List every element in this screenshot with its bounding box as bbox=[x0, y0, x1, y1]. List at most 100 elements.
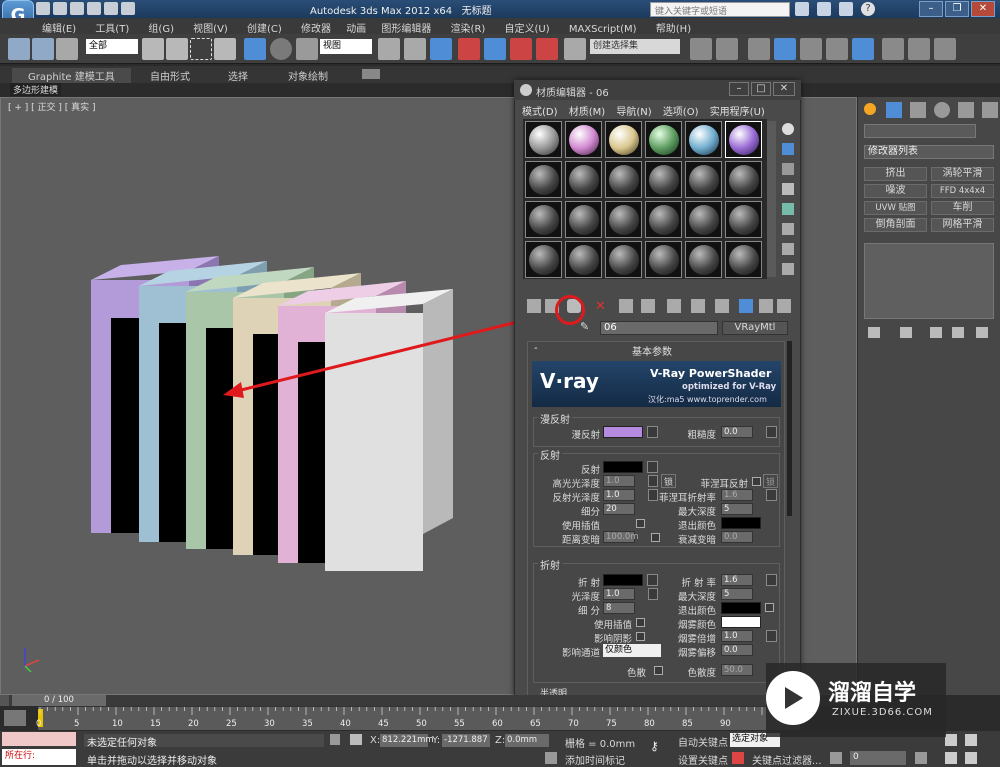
edit-named-sel-icon[interactable] bbox=[564, 38, 586, 60]
go-to-start-icon[interactable] bbox=[830, 752, 842, 764]
move-icon[interactable] bbox=[244, 38, 266, 60]
make-unique-icon[interactable] bbox=[641, 299, 655, 313]
x-coord-field[interactable]: 812.221mm bbox=[380, 734, 434, 747]
dim-distance-checkbox[interactable] bbox=[651, 533, 660, 542]
refr-subdivs-spinner[interactable]: 8 bbox=[603, 602, 635, 614]
wrench-icon[interactable] bbox=[817, 2, 831, 16]
dim-distance-spinner[interactable]: 100.0m bbox=[603, 531, 639, 543]
sample-slot[interactable] bbox=[605, 201, 642, 238]
ribbon-options-icon[interactable] bbox=[362, 69, 380, 79]
refract-color-swatch[interactable] bbox=[603, 574, 643, 586]
me-minimize-button[interactable]: – bbox=[729, 82, 749, 96]
sample-slot[interactable] bbox=[525, 201, 562, 238]
refr-exit-color-checkbox[interactable] bbox=[765, 603, 774, 612]
rollout-title[interactable]: 基本参数 bbox=[632, 343, 672, 358]
make-unique-icon[interactable] bbox=[930, 327, 942, 338]
minimize-button[interactable]: – bbox=[919, 1, 943, 17]
refr-max-depth-spinner[interactable]: 5 bbox=[721, 588, 753, 600]
align-icon[interactable] bbox=[716, 38, 738, 60]
affect-channels-dropdown[interactable]: 仅颜色 bbox=[603, 644, 661, 657]
refr-gloss-map-button[interactable] bbox=[648, 588, 658, 600]
curve-editor-icon[interactable] bbox=[800, 38, 822, 60]
configure-sets-icon[interactable] bbox=[976, 327, 988, 338]
rollout-scrollbar[interactable] bbox=[787, 341, 792, 516]
roughness-spinner[interactable]: 0.0 bbox=[721, 426, 753, 438]
reset-map-icon[interactable]: ✕ bbox=[595, 299, 606, 314]
render-teapot-icon[interactable] bbox=[934, 38, 956, 60]
affect-shadows-checkbox[interactable] bbox=[636, 632, 645, 641]
undo-icon[interactable] bbox=[87, 2, 101, 15]
me-menu-material[interactable]: 材质(M) bbox=[569, 103, 605, 118]
modifier-stack[interactable] bbox=[864, 243, 994, 319]
ribbon-tab-graphite[interactable]: Graphite 建模工具 bbox=[12, 68, 131, 83]
extrude-button[interactable]: 挤出 bbox=[864, 167, 927, 181]
ior-spinner[interactable]: 1.6 bbox=[721, 574, 753, 586]
star-icon[interactable] bbox=[839, 2, 853, 16]
time-prev-icon[interactable] bbox=[0, 695, 9, 706]
z-coord-field[interactable]: 0.0mm bbox=[505, 734, 549, 747]
sample-slot[interactable] bbox=[685, 201, 722, 238]
show-end-result-icon[interactable] bbox=[739, 299, 753, 313]
sample-slot[interactable] bbox=[725, 201, 762, 238]
diffuse-map-button[interactable] bbox=[647, 426, 658, 438]
remove-modifier-icon[interactable] bbox=[952, 327, 964, 338]
background-icon[interactable] bbox=[782, 163, 794, 175]
roughness-map-button[interactable] bbox=[766, 426, 777, 438]
video-color-check-icon[interactable] bbox=[782, 203, 794, 215]
put-to-library-icon[interactable] bbox=[667, 299, 681, 313]
reflect-map-button[interactable] bbox=[647, 461, 658, 473]
select-object-icon[interactable] bbox=[142, 38, 164, 60]
refl-gloss-spinner[interactable]: 1.0 bbox=[603, 489, 635, 501]
refl-max-depth-spinner[interactable]: 5 bbox=[721, 503, 753, 515]
rollout-collapse-icon[interactable]: - bbox=[534, 343, 544, 354]
me-close-button[interactable]: ✕ bbox=[773, 82, 795, 96]
select-by-name-icon[interactable] bbox=[166, 38, 188, 60]
show-end-result-icon[interactable] bbox=[900, 327, 912, 338]
fog-bias-spinner[interactable]: 0.0 bbox=[721, 644, 753, 656]
keyboard-shortcut-icon[interactable] bbox=[430, 38, 452, 60]
modify-tab-icon[interactable] bbox=[886, 102, 902, 118]
uv-tiling-icon[interactable] bbox=[782, 183, 794, 195]
refl-subdivs-spinner[interactable]: 20 bbox=[603, 503, 635, 515]
copy-material-icon[interactable] bbox=[619, 299, 633, 313]
fog-mult-map-button[interactable] bbox=[766, 630, 777, 642]
sample-slot-active[interactable] bbox=[725, 121, 762, 158]
motion-tab-icon[interactable] bbox=[934, 102, 950, 118]
refl-use-interp-checkbox[interactable] bbox=[636, 519, 645, 528]
select-by-material-icon[interactable] bbox=[782, 263, 794, 275]
sample-slot[interactable] bbox=[685, 161, 722, 198]
modifier-list-dropdown[interactable]: 修改器列表 bbox=[864, 145, 994, 159]
rotate-icon[interactable] bbox=[270, 38, 292, 60]
get-material-icon[interactable] bbox=[527, 299, 541, 313]
snap-toggle-icon[interactable] bbox=[458, 38, 480, 60]
render-setup-icon[interactable] bbox=[882, 38, 904, 60]
track-bar[interactable]: 0 5 10 15 20 25 30 35 40 45 50 55 60 65 70 75 80 85 90 bbox=[36, 706, 800, 730]
material-name-field[interactable]: 06 bbox=[600, 321, 718, 335]
hierarchy-tab-icon[interactable] bbox=[910, 102, 926, 118]
sample-slot[interactable] bbox=[525, 241, 562, 278]
transform-mode-icon[interactable] bbox=[350, 734, 362, 745]
me-menu-navigation[interactable]: 导航(N) bbox=[616, 103, 651, 118]
selection-filter-dropdown[interactable]: 全部 bbox=[86, 39, 138, 54]
angle-snap-icon[interactable] bbox=[484, 38, 506, 60]
fog-mult-spinner[interactable]: 1.0 bbox=[721, 630, 753, 642]
hilight-gloss-map-button[interactable] bbox=[648, 475, 658, 487]
fresnel-ior-spinner[interactable]: 1.6 bbox=[721, 489, 753, 501]
abbe-spinner[interactable]: 50.0 bbox=[721, 664, 753, 676]
material-editor-icon[interactable] bbox=[852, 38, 874, 60]
diffuse-color-swatch[interactable] bbox=[603, 426, 643, 438]
select-manipulate-icon[interactable] bbox=[404, 38, 426, 60]
go-forward-sibling-icon[interactable] bbox=[777, 299, 791, 313]
time-slider[interactable]: 0 / 100 bbox=[0, 695, 857, 706]
object-name-field[interactable] bbox=[864, 124, 976, 138]
help-icon[interactable]: ? bbox=[861, 2, 875, 16]
fresnel-checkbox[interactable] bbox=[752, 477, 761, 486]
ribbon-tab-freeform[interactable]: 自由形式 bbox=[150, 68, 190, 83]
me-menu-utilities[interactable]: 实用程序(U) bbox=[710, 103, 765, 118]
scale-icon[interactable] bbox=[296, 38, 318, 60]
graphite-toggle-icon[interactable] bbox=[774, 38, 796, 60]
pan-icon[interactable] bbox=[945, 752, 957, 764]
frame-counter[interactable]: 0 / 100 bbox=[12, 695, 106, 706]
add-time-tag-icon[interactable] bbox=[545, 752, 557, 764]
refract-map-button[interactable] bbox=[647, 574, 658, 586]
